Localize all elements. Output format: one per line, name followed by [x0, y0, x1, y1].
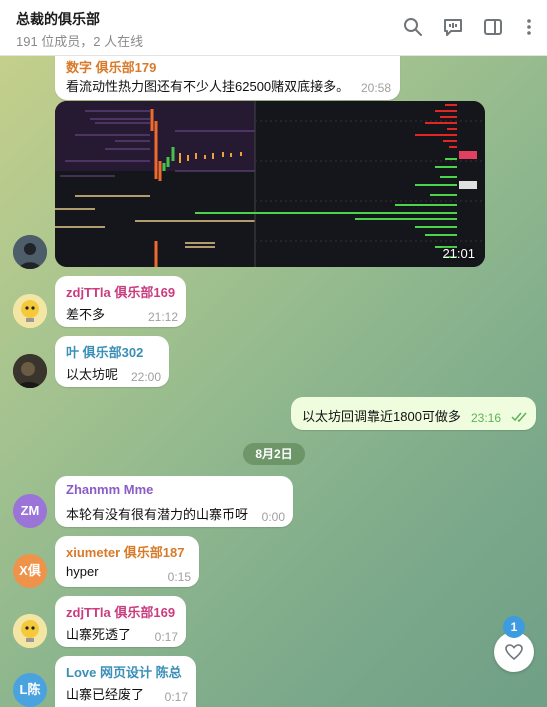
sender-name[interactable]: xiumeter 俱乐部187 — [66, 542, 185, 561]
message-bubble[interactable]: Love 网页设计 陈总 山寨已经废了 0:17 — [55, 656, 196, 707]
reaction-count-badge: 1 — [503, 616, 525, 638]
message-time: 0:17 — [164, 690, 188, 704]
message-time: 21:12 — [147, 310, 178, 324]
video-message[interactable]: 21:01 — [55, 101, 485, 267]
sender-name[interactable]: 叶 俱乐部302 — [66, 342, 143, 361]
message-text: 以太坊回调靠近1800可做多 — [302, 409, 461, 424]
avatar[interactable]: L陈 — [13, 673, 47, 707]
read-checkmarks-icon — [511, 412, 527, 423]
avatar[interactable] — [13, 614, 47, 648]
message-bubble[interactable]: xiumeter 俱乐部187 hyper 0:15 — [55, 536, 199, 587]
message-time: 20:58 — [360, 81, 391, 95]
message-text: hyper — [66, 564, 99, 579]
message-text: 差不多 — [66, 307, 106, 322]
message-text: 以太坊呢 — [66, 367, 119, 382]
date-separator: 8月2日 — [243, 443, 305, 465]
heart-icon — [505, 644, 523, 661]
message-text: 山寨死透了 — [66, 627, 132, 642]
sender-name[interactable]: Love 网页设计 陈总 — [66, 662, 182, 681]
sender-name[interactable]: zdjTTla 俱乐部169 — [66, 282, 175, 301]
search-icon[interactable] — [402, 16, 424, 38]
message-bubble[interactable]: 叶 俱乐部302 以太坊呢 22:00 — [55, 336, 169, 387]
avatar[interactable]: X俱 — [13, 554, 47, 588]
chat-header: 总裁的俱乐部 191 位成员，2 人在线 — [0, 0, 547, 56]
sender-name[interactable]: zdjTTla 俱乐部169 — [66, 602, 175, 621]
message-bubble[interactable]: Zhanmm Mme 本轮有没有很有潜力的山寨币呀 0:00 — [55, 476, 293, 527]
message-time: 0:15 — [167, 570, 191, 584]
message-text: 山寨已经废了 — [66, 687, 145, 702]
avatar[interactable] — [13, 294, 47, 328]
sidebar-toggle-icon[interactable] — [482, 16, 504, 38]
video-time: 21:01 — [442, 246, 475, 261]
more-menu-icon[interactable] — [518, 16, 540, 38]
message-text: 看流动性热力图还有不少人挂62500赌双底接多。 — [66, 79, 350, 94]
message-time: 0:17 — [154, 630, 178, 644]
avatar[interactable] — [13, 235, 47, 269]
message-time: 22:00 — [130, 370, 161, 384]
live-chat-icon[interactable] — [442, 16, 464, 38]
message-bubble[interactable]: zdjTTla 俱乐部169 差不多 21:12 — [55, 276, 186, 327]
outgoing-message-bubble[interactable]: 以太坊回调靠近1800可做多 23:16 — [291, 397, 536, 430]
reactions-button[interactable] — [494, 632, 534, 672]
sender-name[interactable]: Zhanmm Mme — [66, 482, 153, 497]
chat-title[interactable]: 总裁的俱乐部 — [16, 9, 100, 29]
message-text: 本轮有没有很有潜力的山寨币呀 — [66, 507, 249, 522]
message-time: 0:00 — [261, 510, 285, 524]
liquidity-heatmap-thumbnail — [55, 101, 485, 267]
message-bubble[interactable]: zdjTTla 俱乐部169 山寨死透了 0:17 — [55, 596, 186, 647]
avatar[interactable] — [13, 354, 47, 388]
sender-name[interactable]: 数字 俱乐部179 — [66, 57, 156, 76]
avatar[interactable]: ZM — [13, 494, 47, 528]
chat-member-count: 191 位成员，2 人在线 — [16, 34, 144, 49]
message-time: 23:16 — [471, 411, 502, 425]
